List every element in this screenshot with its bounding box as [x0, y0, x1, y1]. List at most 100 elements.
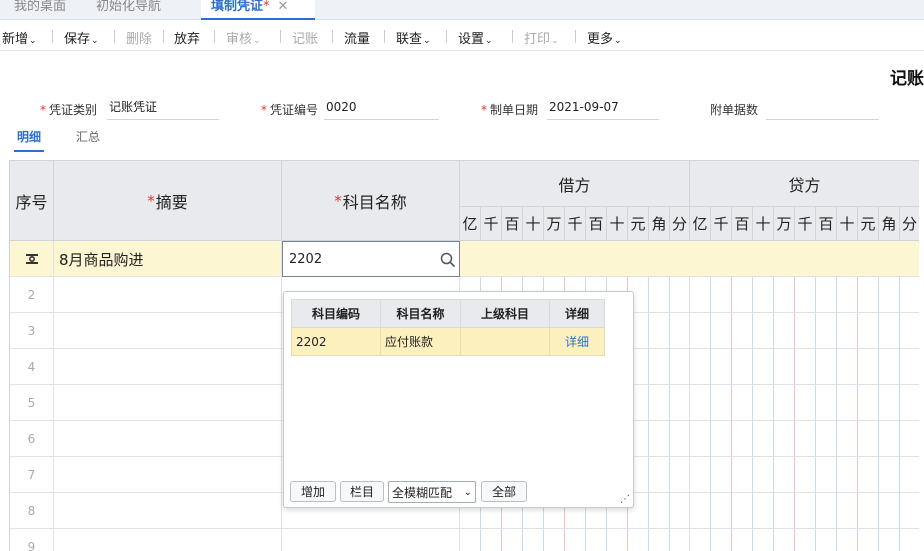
divider	[114, 30, 115, 43]
new-label: 新增	[2, 32, 29, 47]
account-cell[interactable]	[282, 529, 460, 551]
settings-button[interactable]: 设置⌄	[458, 28, 493, 47]
credit-cell[interactable]	[690, 457, 919, 493]
summary-cell[interactable]	[54, 421, 282, 457]
debit-digit-header: 十	[607, 207, 628, 241]
credit-digit-header: 亿	[690, 207, 711, 241]
credit-cell[interactable]	[690, 277, 919, 313]
voucher-no-label: * 凭证编号	[261, 101, 318, 118]
detail-link[interactable]: 详细	[549, 327, 605, 356]
tab-init-nav-label: 初始化导航	[96, 0, 162, 14]
divider	[214, 30, 215, 43]
credit-digit-header: 百	[816, 207, 837, 241]
all-button[interactable]: 全部	[481, 481, 527, 502]
summary-cell[interactable]: 8月商品购进	[54, 241, 282, 277]
account-name-cell[interactable]: 应付账款	[380, 327, 461, 356]
credit-digit-header: 分	[900, 207, 919, 241]
resize-grip-icon[interactable]: ⋰	[620, 494, 630, 505]
account-lookup-table: 科目编码 科目名称 上级科目 详细 2202 应付账款 详细	[291, 299, 605, 356]
credit-cell[interactable]	[690, 421, 919, 457]
credit-digit-header: 十	[753, 207, 774, 241]
summary-cell[interactable]	[54, 493, 282, 529]
query-button[interactable]: 联查⌄	[396, 28, 431, 47]
print-label: 打印	[524, 32, 551, 47]
settings-label: 设置	[458, 32, 485, 47]
new-button[interactable]: 新增⌄	[2, 28, 37, 47]
table-row[interactable]: 9	[10, 529, 919, 551]
debit-digit-header: 角	[649, 207, 670, 241]
required-mark: *	[147, 191, 155, 210]
attachments-label: 附单据数	[710, 103, 759, 117]
tab-detail[interactable]: 明细	[14, 128, 45, 152]
toolbar: 新增⌄ 保存⌄ 删除 放弃 审核⌄ 记账 流量 联查⌄ 设置⌄ 打印⌄ 更多⌄	[0, 20, 924, 51]
table-row[interactable]: 2202 应付账款 详细	[291, 327, 605, 356]
credit-cell[interactable]	[690, 385, 919, 421]
col-header-summary: * 摘要	[54, 161, 282, 241]
row-number: 3	[10, 313, 54, 349]
chevron-down-icon: ⌄	[485, 36, 493, 46]
divider	[512, 30, 513, 43]
add-button[interactable]: 增加	[290, 481, 336, 502]
save-label: 保存	[64, 32, 91, 47]
match-mode-value: 全模糊匹配	[392, 485, 453, 500]
chevron-down-icon: ⌄	[463, 486, 472, 498]
date-field[interactable]: 2021-09-07	[547, 100, 659, 120]
divider	[446, 30, 447, 43]
print-button[interactable]: 打印⌄	[524, 28, 559, 47]
tab-fill-voucher[interactable]: 填制凭证* ✕	[201, 0, 315, 20]
debit-cell[interactable]	[460, 529, 690, 551]
columns-button[interactable]: 栏目	[340, 481, 384, 502]
debit-digit-header: 元	[628, 207, 649, 241]
query-label: 联查	[396, 32, 423, 47]
close-icon[interactable]: ✕	[278, 0, 289, 14]
search-icon[interactable]	[440, 252, 456, 268]
account-input-value: 2202	[289, 251, 323, 267]
flow-button[interactable]: 流量	[344, 28, 370, 47]
divider	[163, 30, 164, 43]
modified-mark: *	[263, 0, 270, 14]
summary-cell[interactable]	[54, 385, 282, 421]
divider	[332, 30, 333, 43]
tab-bar: 我的桌面 初始化导航 填制凭证* ✕	[0, 0, 924, 20]
tab-desktop-label: 我的桌面	[14, 0, 67, 14]
credit-cell[interactable]	[690, 349, 919, 385]
col-header-debit: 借方	[460, 161, 690, 207]
tab-desktop[interactable]: 我的桌面	[14, 0, 66, 20]
credit-digit-header: 角	[879, 207, 900, 241]
chevron-down-icon: ⌄	[551, 36, 559, 46]
account-input[interactable]: 2202	[282, 241, 460, 277]
voucher-no-field[interactable]: 0020	[324, 100, 439, 120]
summary-cell[interactable]	[54, 277, 282, 313]
voucher-type-field[interactable]: 记账凭证	[107, 100, 219, 120]
credit-cell[interactable]	[690, 313, 919, 349]
parent-account-cell[interactable]	[460, 327, 550, 356]
row-number: 4	[10, 349, 54, 385]
post-button[interactable]: 记账	[292, 28, 318, 47]
delete-button[interactable]: 删除	[126, 28, 152, 47]
summary-cell[interactable]	[54, 313, 282, 349]
chevron-down-icon: ⌄	[423, 36, 431, 46]
save-button[interactable]: 保存⌄	[64, 28, 99, 47]
tab-fill-voucher-label: 填制凭证	[211, 0, 264, 14]
tab-summary[interactable]: 汇总	[76, 128, 100, 145]
summary-cell[interactable]	[54, 457, 282, 493]
account-code-cell[interactable]: 2202	[291, 327, 381, 356]
divider	[384, 30, 385, 43]
summary-cell[interactable]	[54, 349, 282, 385]
row-marker[interactable]	[10, 241, 54, 277]
more-button[interactable]: 更多⌄	[587, 28, 622, 47]
debit-digit-header: 百	[502, 207, 523, 241]
required-mark: *	[334, 191, 342, 210]
tab-init-nav[interactable]: 初始化导航	[96, 0, 161, 20]
debit-digit-header: 千	[565, 207, 586, 241]
credit-digit-header: 十	[837, 207, 858, 241]
credit-cell[interactable]	[690, 493, 919, 529]
summary-cell[interactable]	[54, 529, 282, 551]
match-mode-select[interactable]: 全模糊匹配 ⌄	[388, 481, 476, 503]
abandon-button[interactable]: 放弃	[174, 28, 200, 47]
credit-cell[interactable]	[690, 529, 919, 551]
table-row[interactable]: 8月商品购进 2202	[10, 241, 919, 277]
attachments-field[interactable]	[766, 100, 879, 120]
chevron-down-icon: ⌄	[253, 36, 261, 46]
review-button[interactable]: 审核⌄	[226, 28, 261, 47]
